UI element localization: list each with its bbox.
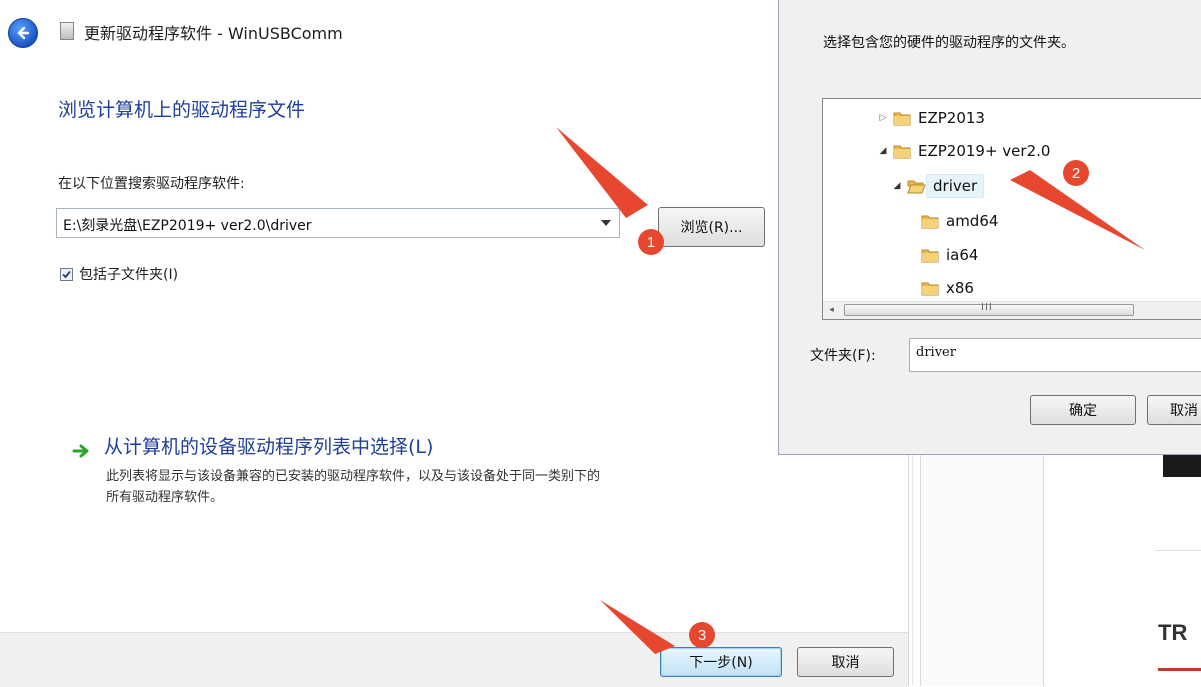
folder-name-input[interactable]: driver	[909, 338, 1201, 372]
dialog-description: 选择包含您的硬件的驱动程序的文件夹。	[823, 35, 1075, 51]
back-arrow-icon	[17, 26, 30, 40]
cancel-button[interactable]: 取消	[797, 647, 894, 677]
folder-open-icon	[907, 178, 926, 194]
background-dark-block	[1163, 455, 1201, 477]
tree-item-label: amd64	[946, 212, 999, 230]
step-badge-3: 3	[689, 622, 715, 648]
expanded-expander-icon[interactable]: ◢	[891, 181, 903, 191]
tree-item-ezp2019[interactable]: ◢ EZP2019+ ver2.0	[877, 138, 1051, 164]
dropdown-arrow-icon[interactable]	[601, 220, 611, 226]
tree-item-label: x86	[946, 279, 974, 297]
include-subfolders-row[interactable]: 包括子文件夹(I)	[60, 265, 178, 283]
pick-desc-line-2: 所有驱动程序软件。	[106, 490, 224, 505]
tree-item-x86[interactable]: x86	[917, 275, 974, 301]
scrollbar-grip: III	[981, 302, 993, 313]
page-heading: 浏览计算机上的驱动程序文件	[58, 99, 306, 121]
background-rule	[1155, 550, 1201, 551]
tree-item-label: EZP2019+ ver2.0	[918, 142, 1051, 160]
pick-desc-line-1: 此列表将显示与该设备兼容的已安装的驱动程序软件，以及与该设备处于同一类别下的	[106, 469, 601, 484]
path-value: E:\刻录光盘\EZP2019+ ver2.0\driver	[63, 218, 312, 234]
dialog-cancel-button[interactable]: 取消	[1147, 395, 1201, 425]
checkmark-icon	[62, 270, 71, 278]
folder-icon	[893, 110, 912, 126]
update-driver-wizard: 更新驱动程序软件 - WinUSBComm 浏览计算机上的驱动程序文件 在以下位…	[0, 0, 909, 687]
wizard-title: 更新驱动程序软件 - WinUSBComm	[84, 24, 343, 43]
background-red-bar	[1158, 668, 1201, 671]
tree-item-driver[interactable]: ◢ driver	[891, 173, 985, 199]
background-divider	[912, 440, 913, 686]
folder-icon	[921, 213, 940, 229]
folder-name-value: driver	[916, 345, 956, 360]
step-badge-1: 1	[638, 229, 664, 255]
background-partial-text: TR	[1158, 620, 1188, 645]
wizard-titlebar: 更新驱动程序软件 - WinUSBComm	[0, 0, 778, 60]
collapsed-expander-icon[interactable]: ▷	[877, 113, 889, 123]
horizontal-scrollbar[interactable]: ◂ III	[823, 301, 1201, 319]
expanded-expander-icon[interactable]: ◢	[877, 146, 889, 156]
folder-icon	[893, 143, 912, 159]
scrollbar-thumb[interactable]: III	[844, 302, 1134, 316]
browse-button[interactable]: 浏览(R)...	[658, 207, 765, 247]
ok-button[interactable]: 确定	[1030, 395, 1136, 425]
pick-from-list-link[interactable]: 从计算机的设备驱动程序列表中选择(L)	[104, 432, 433, 459]
back-button[interactable]	[8, 18, 38, 48]
scroll-left-icon[interactable]: ◂	[825, 304, 838, 317]
green-arrow-icon	[72, 444, 89, 458]
browse-folder-dialog: 选择包含您的硬件的驱动程序的文件夹。 ▷ EZP2013 ◢ EZP2019+ …	[778, 0, 1201, 455]
tree-item-label: ia64	[946, 246, 979, 264]
include-subfolders-label: 包括子文件夹(I)	[79, 267, 179, 283]
tree-item-label: EZP2013	[918, 109, 985, 127]
tree-item-ezp2013[interactable]: ▷ EZP2013	[877, 105, 985, 131]
tree-item-amd64[interactable]: amd64	[917, 208, 998, 234]
include-subfolders-checkbox[interactable]	[60, 267, 73, 281]
step-badge-2: 2	[1063, 160, 1089, 186]
dialog-body: 选择包含您的硬件的驱动程序的文件夹。 ▷ EZP2013 ◢ EZP2019+ …	[787, 0, 1201, 445]
folder-icon	[921, 247, 940, 263]
pick-from-list-description: 此列表将显示与该设备兼容的已安装的驱动程序软件，以及与该设备处于同一类别下的 所…	[106, 466, 796, 508]
device-icon	[60, 22, 74, 40]
tree-item-label: driver	[926, 174, 985, 198]
folder-tree[interactable]: ▷ EZP2013 ◢ EZP2019+ ver2.0 ◢ driver amd…	[822, 98, 1201, 320]
folder-field-label: 文件夹(F):	[810, 348, 876, 364]
next-button[interactable]: 下一步(N)	[660, 647, 782, 677]
tree-item-ia64[interactable]: ia64	[917, 242, 978, 268]
path-combobox[interactable]: E:\刻录光盘\EZP2019+ ver2.0\driver	[56, 208, 620, 238]
search-location-label: 在以下位置搜索驱动程序软件:	[58, 176, 245, 192]
folder-icon	[921, 280, 940, 296]
background-panel	[920, 440, 1044, 686]
